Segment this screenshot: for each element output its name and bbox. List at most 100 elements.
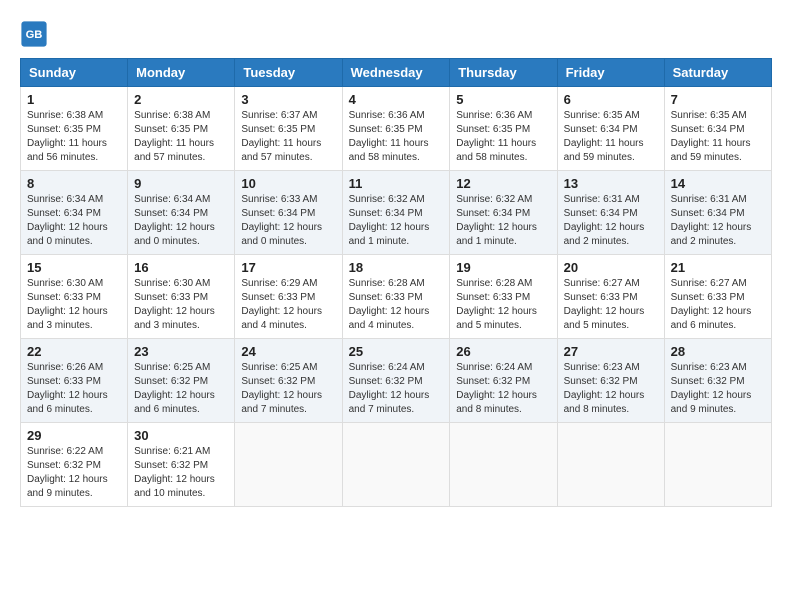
day-info: Sunrise: 6:25 AM Sunset: 6:32 PM Dayligh… — [241, 361, 335, 417]
calendar-day-cell — [557, 423, 664, 507]
day-info: Sunrise: 6:27 AM Sunset: 6:33 PM Dayligh… — [671, 277, 765, 333]
weekday-header: Wednesday — [342, 59, 450, 87]
calendar-table: SundayMondayTuesdayWednesdayThursdayFrid… — [20, 58, 772, 507]
day-info: Sunrise: 6:28 AM Sunset: 6:33 PM Dayligh… — [456, 277, 550, 333]
day-number: 11 — [349, 176, 444, 191]
calendar-day-cell: 4 Sunrise: 6:36 AM Sunset: 6:35 PM Daylig… — [342, 87, 450, 171]
calendar-day-cell: 7 Sunrise: 6:35 AM Sunset: 6:34 PM Daylig… — [664, 87, 771, 171]
calendar-body: 1 Sunrise: 6:38 AM Sunset: 6:35 PM Daylig… — [21, 87, 772, 507]
day-number: 30 — [134, 428, 228, 443]
day-number: 7 — [671, 92, 765, 107]
calendar-day-cell: 24 Sunrise: 6:25 AM Sunset: 6:32 PM Dayli… — [235, 339, 342, 423]
day-info: Sunrise: 6:26 AM Sunset: 6:33 PM Dayligh… — [27, 361, 121, 417]
day-info: Sunrise: 6:36 AM Sunset: 6:35 PM Dayligh… — [349, 109, 444, 165]
day-info: Sunrise: 6:31 AM Sunset: 6:34 PM Dayligh… — [564, 193, 658, 249]
calendar-day-cell: 17 Sunrise: 6:29 AM Sunset: 6:33 PM Dayli… — [235, 255, 342, 339]
calendar-day-cell: 14 Sunrise: 6:31 AM Sunset: 6:34 PM Dayli… — [664, 171, 771, 255]
day-info: Sunrise: 6:30 AM Sunset: 6:33 PM Dayligh… — [134, 277, 228, 333]
calendar-week-row: 22 Sunrise: 6:26 AM Sunset: 6:33 PM Dayli… — [21, 339, 772, 423]
day-number: 20 — [564, 260, 658, 275]
calendar-day-cell: 30 Sunrise: 6:21 AM Sunset: 6:32 PM Dayli… — [128, 423, 235, 507]
day-info: Sunrise: 6:35 AM Sunset: 6:34 PM Dayligh… — [671, 109, 765, 165]
day-info: Sunrise: 6:34 AM Sunset: 6:34 PM Dayligh… — [134, 193, 228, 249]
calendar-week-row: 29 Sunrise: 6:22 AM Sunset: 6:32 PM Dayli… — [21, 423, 772, 507]
calendar-day-cell: 18Sunrise: 6:28 AM Sunset: 6:33 PM Dayli… — [342, 255, 450, 339]
day-info: Sunrise: 6:34 AM Sunset: 6:34 PM Dayligh… — [27, 193, 121, 249]
weekday-header: Thursday — [450, 59, 557, 87]
day-number: 14 — [671, 176, 765, 191]
day-info: Sunrise: 6:24 AM Sunset: 6:32 PM Dayligh… — [456, 361, 550, 417]
calendar-day-cell: 10 Sunrise: 6:33 AM Sunset: 6:34 PM Dayli… — [235, 171, 342, 255]
calendar-day-cell: 29 Sunrise: 6:22 AM Sunset: 6:32 PM Dayli… — [21, 423, 128, 507]
day-info: Sunrise: 6:37 AM Sunset: 6:35 PM Dayligh… — [241, 109, 335, 165]
day-number: 13 — [564, 176, 658, 191]
day-info: Sunrise: 6:21 AM Sunset: 6:32 PM Dayligh… — [134, 445, 228, 501]
day-number: 1 — [27, 92, 121, 107]
day-number: 2 — [134, 92, 228, 107]
day-number: 8 — [27, 176, 121, 191]
day-number: 21 — [671, 260, 765, 275]
calendar-day-cell: 15 Sunrise: 6:30 AM Sunset: 6:33 PM Dayli… — [21, 255, 128, 339]
day-info: Sunrise: 6:22 AM Sunset: 6:32 PM Dayligh… — [27, 445, 121, 501]
day-info: Sunrise: 6:23 AM Sunset: 6:32 PM Dayligh… — [564, 361, 658, 417]
calendar-day-cell: 21 Sunrise: 6:27 AM Sunset: 6:33 PM Dayli… — [664, 255, 771, 339]
calendar-day-cell: 16 Sunrise: 6:30 AM Sunset: 6:33 PM Dayli… — [128, 255, 235, 339]
day-info: Sunrise: 6:33 AM Sunset: 6:34 PM Dayligh… — [241, 193, 335, 249]
calendar-day-cell: 23Sunrise: 6:25 AM Sunset: 6:32 PM Dayli… — [128, 339, 235, 423]
weekday-header: Saturday — [664, 59, 771, 87]
day-info: Sunrise: 6:32 AM Sunset: 6:34 PM Dayligh… — [349, 193, 444, 249]
day-number: 15 — [27, 260, 121, 275]
calendar-day-cell: 20 Sunrise: 6:27 AM Sunset: 6:33 PM Dayli… — [557, 255, 664, 339]
calendar-day-cell: 1Sunrise: 6:38 AM Sunset: 6:35 PM Daylig… — [21, 87, 128, 171]
day-number: 29 — [27, 428, 121, 443]
day-number: 27 — [564, 344, 658, 359]
day-number: 16 — [134, 260, 228, 275]
day-info: Sunrise: 6:35 AM Sunset: 6:34 PM Dayligh… — [564, 109, 658, 165]
day-info: Sunrise: 6:30 AM Sunset: 6:33 PM Dayligh… — [27, 277, 121, 333]
calendar-header-row: SundayMondayTuesdayWednesdayThursdayFrid… — [21, 59, 772, 87]
day-number: 28 — [671, 344, 765, 359]
calendar-day-cell: 22 Sunrise: 6:26 AM Sunset: 6:33 PM Dayli… — [21, 339, 128, 423]
calendar-day-cell — [342, 423, 450, 507]
calendar-day-cell: 9 Sunrise: 6:34 AM Sunset: 6:34 PM Daylig… — [128, 171, 235, 255]
calendar-day-cell: 12 Sunrise: 6:32 AM Sunset: 6:34 PM Dayli… — [450, 171, 557, 255]
logo: GB — [20, 20, 52, 48]
calendar-day-cell — [664, 423, 771, 507]
weekday-header: Friday — [557, 59, 664, 87]
logo-icon: GB — [20, 20, 48, 48]
day-number: 3 — [241, 92, 335, 107]
day-number: 9 — [134, 176, 228, 191]
calendar-week-row: 1 Sunrise: 6:38 AM Sunset: 6:35 PM Daylig… — [21, 87, 772, 171]
day-number: 18 — [349, 260, 444, 275]
day-number: 26 — [456, 344, 550, 359]
calendar-day-cell: 8 Sunrise: 6:34 AM Sunset: 6:34 PM Daylig… — [21, 171, 128, 255]
weekday-header: Sunday — [21, 59, 128, 87]
day-info: Sunrise: 6:31 AM Sunset: 6:34 PM Dayligh… — [671, 193, 765, 249]
calendar-day-cell: 11 Sunrise: 6:32 AM Sunset: 6:34 PM Dayli… — [342, 171, 450, 255]
calendar-day-cell: 13 Sunrise: 6:31 AM Sunset: 6:34 PM Dayli… — [557, 171, 664, 255]
calendar-week-row: 15 Sunrise: 6:30 AM Sunset: 6:33 PM Dayli… — [21, 255, 772, 339]
day-number: 5 — [456, 92, 550, 107]
day-number: 17 — [241, 260, 335, 275]
day-number: 22 — [27, 344, 121, 359]
svg-text:GB: GB — [26, 29, 43, 41]
calendar-day-cell — [450, 423, 557, 507]
day-info: Sunrise: 6:32 AM Sunset: 6:34 PM Dayligh… — [456, 193, 550, 249]
day-number: 4 — [349, 92, 444, 107]
weekday-header: Tuesday — [235, 59, 342, 87]
page-header: GB — [20, 20, 772, 48]
day-info: Sunrise: 6:29 AM Sunset: 6:33 PM Dayligh… — [241, 277, 335, 333]
day-number: 12 — [456, 176, 550, 191]
day-number: 6 — [564, 92, 658, 107]
calendar-day-cell: 27 Sunrise: 6:23 AM Sunset: 6:32 PM Dayli… — [557, 339, 664, 423]
day-info: Sunrise: 6:27 AM Sunset: 6:33 PM Dayligh… — [564, 277, 658, 333]
calendar-day-cell — [235, 423, 342, 507]
calendar-day-cell: 26 Sunrise: 6:24 AM Sunset: 6:32 PM Dayli… — [450, 339, 557, 423]
day-number: 24 — [241, 344, 335, 359]
day-info: Sunrise: 6:38 AM Sunset: 6:35 PM Dayligh… — [134, 109, 228, 165]
day-info: Sunrise: 6:25 AM Sunset: 6:32 PM Dayligh… — [134, 361, 228, 417]
day-info: Sunrise: 6:23 AM Sunset: 6:32 PM Dayligh… — [671, 361, 765, 417]
day-number: 25 — [349, 344, 444, 359]
day-number: 10 — [241, 176, 335, 191]
calendar-day-cell: 6 Sunrise: 6:35 AM Sunset: 6:34 PM Daylig… — [557, 87, 664, 171]
